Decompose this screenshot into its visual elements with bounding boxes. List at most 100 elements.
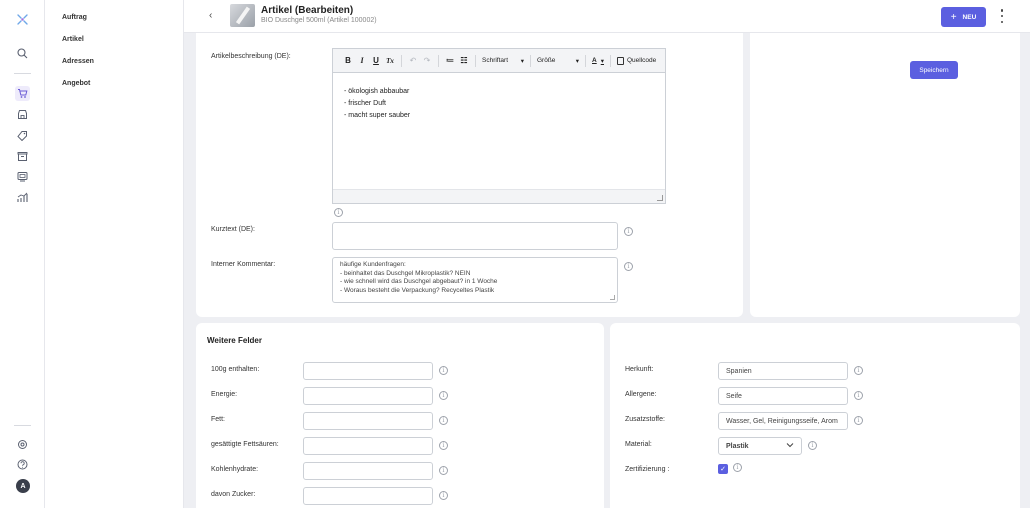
nav-item-artikel[interactable]: Artikel	[62, 36, 84, 43]
info-icon[interactable]: i	[439, 391, 448, 400]
page-subtitle: BIO Duschgel 500ml (Artikel 100002)	[261, 17, 377, 24]
zusatzstoffe-label: Zusatzstoffe:	[625, 416, 665, 423]
resize-handle-icon[interactable]	[610, 295, 615, 300]
allergene-label: Allergene:	[625, 391, 657, 398]
kurztext-field[interactable]	[332, 222, 618, 250]
info-icon[interactable]: i	[439, 491, 448, 500]
rail-divider	[14, 425, 31, 426]
photo-icon[interactable]	[15, 169, 30, 184]
font-size-label: Größe	[537, 57, 556, 64]
avatar[interactable]: A	[16, 479, 30, 493]
text-color-button[interactable]: A ▾	[590, 57, 606, 65]
font-size-dropdown[interactable]: Größe ▾	[535, 57, 581, 65]
nav-panel: Auftrag Artikel Adressen Angebot	[45, 0, 184, 508]
bullet-list-icon[interactable]: ☷	[457, 56, 471, 65]
help-icon[interactable]	[15, 457, 30, 472]
material-value: Plastik	[726, 443, 749, 450]
redo-icon[interactable]: ↷	[420, 56, 434, 65]
material-label: Material:	[625, 441, 652, 448]
section-title: Weitere Felder	[207, 336, 262, 345]
info-icon[interactable]: i	[854, 366, 863, 375]
description-label: Artikelbeschreibung (DE):	[211, 53, 291, 60]
field-label: 100g enthalten:	[211, 366, 260, 373]
kommentar-line: - wie schnell wird das Duschgel abgebaut…	[340, 278, 498, 285]
source-code-button[interactable]: Quellcode	[615, 56, 658, 65]
chart-icon[interactable]	[15, 190, 30, 205]
new-button[interactable]: + NEU	[941, 7, 986, 27]
editor-toolbar: B I U Tx ↶ ↷ ≔ ☷ Schriftart ▾ Größe ▾ A ▾ Q…	[333, 49, 665, 73]
ordered-list-icon[interactable]: ≔	[443, 56, 457, 65]
nav-item-auftrag[interactable]: Auftrag	[62, 14, 87, 21]
kommentar-field[interactable]: häufige Kundenfragen: - beinhaltet das D…	[332, 257, 618, 303]
tag-icon[interactable]	[15, 128, 30, 143]
plus-icon: +	[950, 11, 957, 23]
page-header: ‹ Artikel (Bearbeiten) BIO Duschgel 500m…	[184, 0, 1030, 33]
field-energie[interactable]	[303, 387, 433, 405]
back-button[interactable]: ‹	[209, 10, 212, 21]
info-icon[interactable]: i	[624, 227, 633, 236]
info-icon[interactable]: i	[439, 416, 448, 425]
store-icon[interactable]	[15, 107, 30, 122]
rail-divider	[14, 73, 31, 74]
allergene-field[interactable]: Seife	[718, 387, 848, 405]
herkunft-label: Herkunft:	[625, 366, 654, 373]
description-editor[interactable]: B I U Tx ↶ ↷ ≔ ☷ Schriftart ▾ Größe ▾ A ▾ Q…	[332, 48, 666, 204]
info-icon[interactable]: i	[808, 441, 817, 450]
zertifizierung-checkbox[interactable]: ✓	[718, 464, 728, 474]
field-fett[interactable]	[303, 412, 433, 430]
field-100g[interactable]	[303, 362, 433, 380]
italic-button[interactable]: I	[355, 56, 369, 65]
bold-button[interactable]: B	[341, 56, 355, 65]
herkunft-field[interactable]: Spanien	[718, 362, 848, 380]
package-icon[interactable]	[15, 149, 30, 164]
info-icon[interactable]: i	[624, 262, 633, 271]
kommentar-line: - beinhaltet das Duschgel Mikroplastik? …	[340, 269, 471, 277]
font-family-label: Schriftart	[482, 57, 509, 64]
info-icon[interactable]: i	[854, 391, 863, 400]
chevron-down-icon	[786, 442, 794, 450]
more-menu-icon[interactable]	[1000, 9, 1004, 23]
info-icon[interactable]: i	[439, 466, 448, 475]
product-thumbnail	[230, 4, 255, 27]
chevron-down-icon: ▾	[520, 57, 524, 65]
field-fettsaeuren[interactable]	[303, 437, 433, 455]
zusatzstoffe-field[interactable]: Wasser, Gel, Reinigungsseife, Arom	[718, 412, 848, 430]
field-label: Kohlenhydrate:	[211, 466, 259, 473]
editor-content[interactable]: - ökologish abbaubar - frischer Duft - m…	[333, 73, 665, 135]
info-icon[interactable]: i	[439, 366, 448, 375]
info-icon[interactable]: i	[733, 463, 742, 472]
settings-icon[interactable]	[15, 437, 30, 452]
material-select[interactable]: Plastik	[718, 437, 802, 455]
save-card	[750, 33, 1020, 317]
undo-icon[interactable]: ↶	[406, 56, 420, 65]
text-color-icon: A	[592, 57, 597, 64]
field-label: davon Zucker:	[211, 491, 256, 498]
kommentar-line: häufige Kundenfragen:	[340, 261, 406, 268]
content-line: - frischer Duft	[344, 100, 387, 107]
info-icon[interactable]: i	[439, 441, 448, 450]
app-logo-icon[interactable]	[15, 12, 30, 27]
chevron-down-icon: ▾	[575, 57, 579, 65]
field-zucker[interactable]	[303, 487, 433, 505]
source-code-label: Quellcode	[627, 57, 657, 64]
cart-icon[interactable]	[15, 86, 30, 101]
search-icon[interactable]	[15, 46, 30, 61]
field-kohlenhydrate[interactable]	[303, 462, 433, 480]
source-code-icon	[617, 56, 624, 65]
nav-item-angebot[interactable]: Angebot	[62, 80, 90, 87]
info-icon[interactable]: i	[854, 416, 863, 425]
nav-item-adressen[interactable]: Adressen	[62, 58, 94, 65]
content-line: - macht super sauber	[344, 112, 411, 119]
resize-handle-icon[interactable]	[657, 195, 663, 201]
editor-statusbar	[333, 189, 665, 203]
kommentar-line: - Woraus besteht die Verpackung? Recycel…	[340, 286, 495, 294]
save-button[interactable]: Speichern	[910, 61, 958, 79]
new-button-label: NEU	[962, 13, 977, 21]
kurztext-label: Kurztext (DE):	[211, 226, 255, 233]
info-icon[interactable]: i	[334, 208, 343, 217]
clear-format-button[interactable]: Tx	[383, 57, 397, 65]
underline-button[interactable]: U	[369, 56, 383, 65]
kommentar-label: Interner Kommentar:	[211, 261, 276, 268]
font-family-dropdown[interactable]: Schriftart ▾	[480, 57, 526, 65]
field-label: Fett:	[211, 416, 226, 423]
